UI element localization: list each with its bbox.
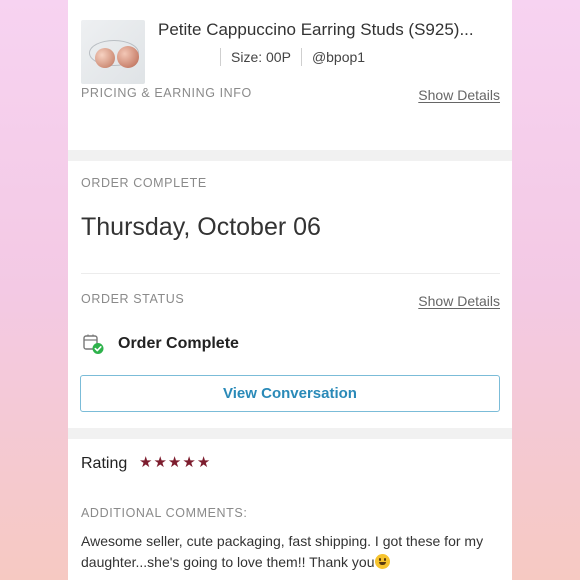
order-date: Thursday, October 06: [81, 213, 321, 241]
comment-body: Awesome seller, cute packaging, fast shi…: [81, 531, 501, 573]
product-card: Petite Cappuccino Earring Studs (S925)..…: [68, 0, 512, 150]
package-check-icon: [83, 334, 104, 354]
grinning-face-icon: [374, 554, 390, 569]
screen: Petite Cappuccino Earring Studs (S925)..…: [68, 0, 512, 580]
rating-card: Rating ★ ★ ★ ★ ★ ADDITIONAL COMMENTS: Aw…: [68, 439, 512, 580]
pricing-show-details-link[interactable]: Show Details: [418, 87, 500, 103]
view-conversation-button[interactable]: View Conversation: [80, 375, 500, 412]
meta-divider: [300, 48, 302, 66]
comments-label: ADDITIONAL COMMENTS:: [81, 506, 248, 520]
order-status-label: ORDER STATUS: [81, 292, 185, 306]
seller-username[interactable]: @bpop1: [312, 49, 365, 65]
order-status-text: Order Complete: [118, 335, 239, 352]
order-complete-label: ORDER COMPLETE: [81, 176, 207, 190]
star-icon: ★: [167, 454, 182, 471]
product-title[interactable]: Petite Cappuccino Earring Studs (S925)..…: [158, 20, 474, 40]
star-icon: ★: [182, 454, 196, 471]
star-icon: ★: [139, 454, 153, 471]
product-thumbnail[interactable]: [81, 20, 145, 84]
order-card: ORDER COMPLETE Thursday, October 06 ORDE…: [68, 161, 512, 428]
section-divider: [81, 273, 500, 274]
earring-stud-left: [95, 48, 115, 68]
meta-divider: [220, 48, 221, 66]
star-icon: ★: [196, 454, 211, 471]
pricing-label: PRICING & EARNING INFO: [81, 86, 252, 100]
comment-text: Awesome seller, cute packaging, fast shi…: [81, 533, 484, 570]
product-size: Size: 00P: [231, 49, 291, 65]
product-meta: Size: 00P @bpop1: [220, 46, 365, 68]
status-show-details-link[interactable]: Show Details: [418, 293, 500, 309]
rating-stars: ★ ★ ★ ★ ★: [139, 453, 210, 473]
earring-stud-right: [117, 46, 139, 68]
star-icon: ★: [153, 454, 167, 471]
rating-label: Rating: [81, 455, 128, 472]
